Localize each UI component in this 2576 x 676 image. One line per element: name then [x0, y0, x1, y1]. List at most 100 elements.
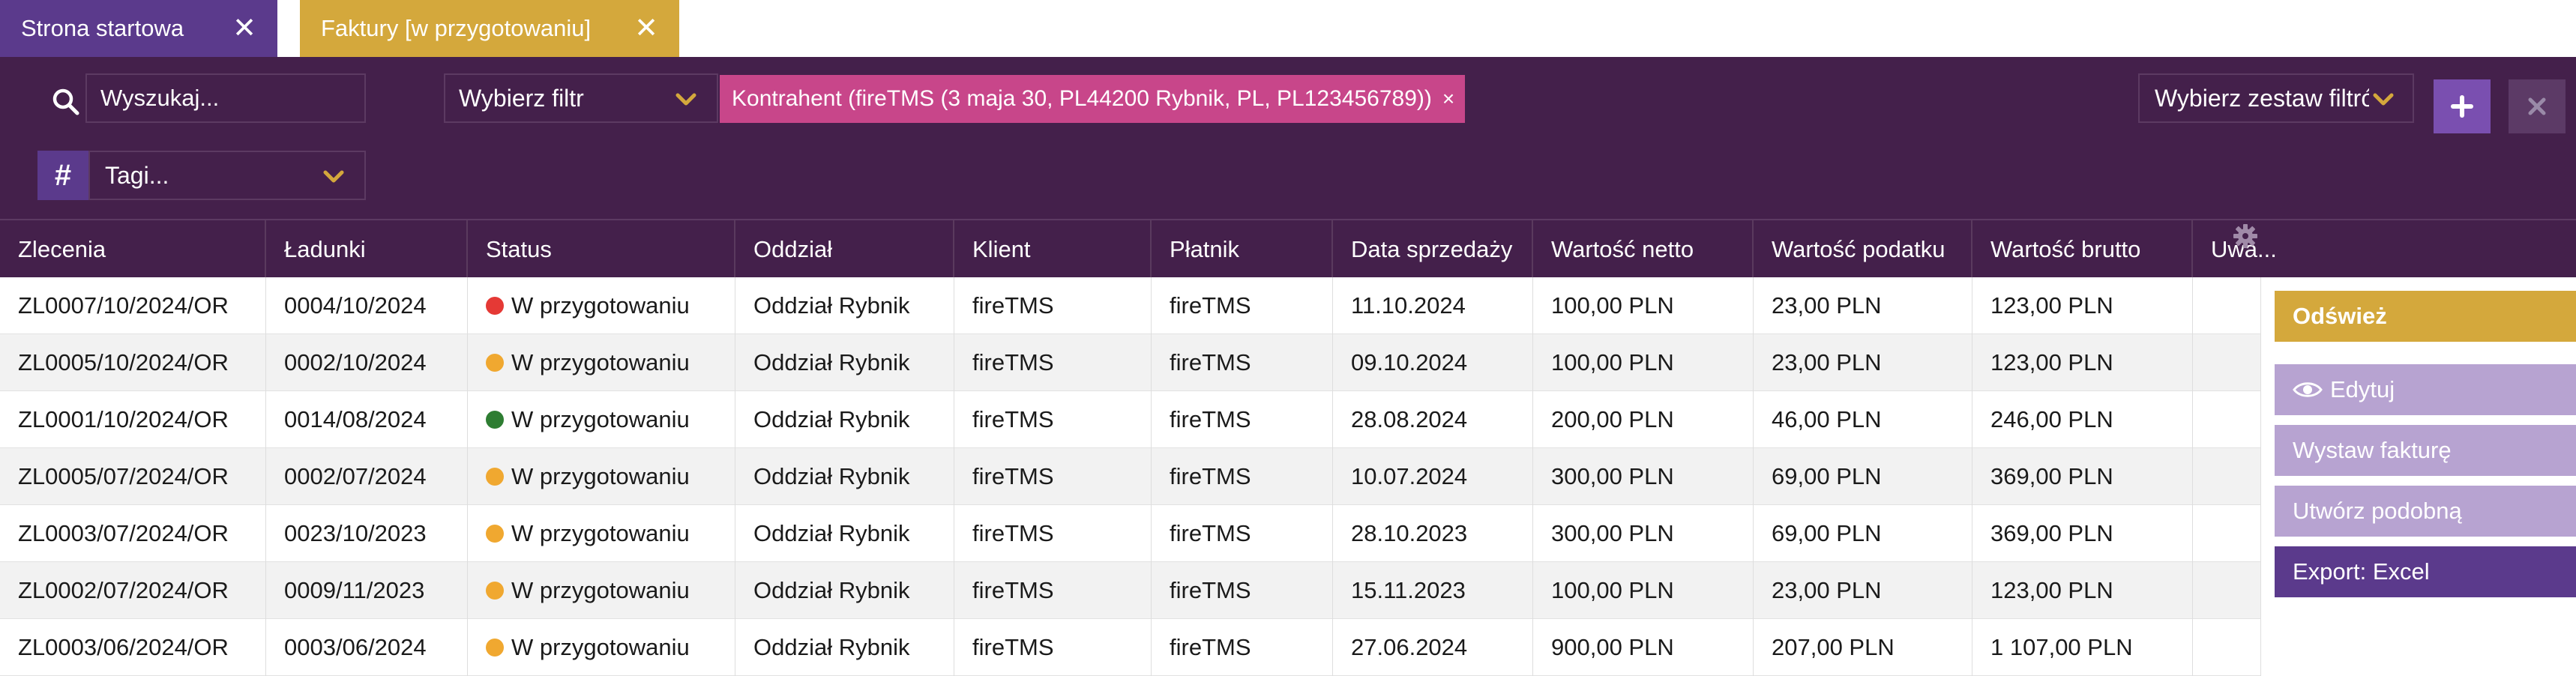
column-header[interactable]: Wartość podatku: [1754, 220, 1972, 279]
cell-oddzial: Oddział Rybnik: [735, 277, 954, 334]
status-dot-icon: [486, 354, 504, 372]
status-dot-icon: [486, 582, 504, 600]
status-label: W przygotowaniu: [511, 634, 690, 660]
column-header[interactable]: Wartość netto: [1533, 220, 1754, 279]
cell-oddzial: Oddział Rybnik: [735, 619, 954, 676]
status-dot-icon: [486, 525, 504, 543]
cell-uwagi: [2193, 277, 2261, 334]
cell-status: W przygotowaniu: [468, 277, 735, 334]
status-dot-icon: [486, 297, 504, 315]
cell-uwagi: [2193, 391, 2261, 448]
cell-wartosc-podatku: 46,00 PLN: [1754, 391, 1972, 448]
cell-zlecenia: ZL0001/10/2024/OR: [0, 391, 266, 448]
cell-oddzial: Oddział Rybnik: [735, 562, 954, 619]
tab-label: Faktury [w przygotowaniu]: [321, 15, 592, 41]
cell-oddzial: Oddział Rybnik: [735, 334, 954, 391]
status-label: W przygotowaniu: [511, 292, 690, 319]
table-header: Zlecenia Ładunki Status Oddział Klient P…: [0, 219, 2576, 279]
cell-data-sprzedazy: 28.08.2024: [1333, 391, 1533, 448]
add-filter-set-button[interactable]: [2434, 79, 2491, 133]
cell-wartosc-podatku: 69,00 PLN: [1754, 505, 1972, 562]
table-row[interactable]: ZL0003/07/2024/OR 0023/10/2023 W przygotow…: [0, 505, 2261, 562]
cell-uwagi: [2193, 619, 2261, 676]
active-filter-label: Kontrahent (fireTMS (3 maja 30, PL44200 …: [732, 86, 1432, 111]
actions-panel: Odśwież Edytuj Wystaw fakturę Utwórz pod…: [2261, 277, 2576, 676]
cell-wartosc-podatku: 23,00 PLN: [1754, 334, 1972, 391]
table-row[interactable]: ZL0002/07/2024/OR 0009/11/2023 W przygotow…: [0, 562, 2261, 619]
cell-data-sprzedazy: 11.10.2024: [1333, 277, 1533, 334]
hash-icon: #: [37, 151, 88, 200]
cell-platnik: fireTMS: [1152, 334, 1333, 391]
column-header[interactable]: Ładunki: [266, 220, 468, 279]
status-label: W przygotowaniu: [511, 463, 690, 489]
edit-button[interactable]: Edytuj: [2275, 364, 2576, 415]
cell-status: W przygotowaniu: [468, 391, 735, 448]
active-filter-chip[interactable]: Kontrahent (fireTMS (3 maja 30, PL44200 …: [720, 75, 1465, 123]
create-similar-button[interactable]: Utwórz podobną: [2275, 486, 2576, 537]
cell-platnik: fireTMS: [1152, 277, 1333, 334]
cell-wartosc-netto: 900,00 PLN: [1533, 619, 1754, 676]
status-label: W przygotowaniu: [511, 349, 690, 375]
cell-zlecenia: ZL0005/10/2024/OR: [0, 334, 266, 391]
cell-platnik: fireTMS: [1152, 391, 1333, 448]
cell-wartosc-brutto: 369,00 PLN: [1972, 448, 2193, 505]
status-dot-icon: [486, 468, 504, 486]
cell-ladunki: 0014/08/2024: [266, 391, 468, 448]
cell-zlecenia: ZL0003/07/2024/OR: [0, 505, 266, 562]
clear-filters-button[interactable]: [2509, 79, 2566, 133]
filter-set-select[interactable]: Wybierz zestaw filtrów: [2138, 73, 2414, 123]
cell-data-sprzedazy: 09.10.2024: [1333, 334, 1533, 391]
cell-ladunki: 0004/10/2024: [266, 277, 468, 334]
cell-platnik: fireTMS: [1152, 619, 1333, 676]
cell-wartosc-podatku: 207,00 PLN: [1754, 619, 1972, 676]
cell-wartosc-netto: 100,00 PLN: [1533, 277, 1754, 334]
cell-ladunki: 0023/10/2023: [266, 505, 468, 562]
cell-ladunki: 0002/07/2024: [266, 448, 468, 505]
cell-zlecenia: ZL0003/06/2024/OR: [0, 619, 266, 676]
export-excel-button[interactable]: Export: Excel: [2275, 546, 2576, 597]
cell-data-sprzedazy: 10.07.2024: [1333, 448, 1533, 505]
cell-wartosc-brutto: 123,00 PLN: [1972, 277, 2193, 334]
close-icon[interactable]: ✕: [634, 14, 658, 43]
cell-data-sprzedazy: 28.10.2023: [1333, 505, 1533, 562]
cell-platnik: fireTMS: [1152, 505, 1333, 562]
filter-select[interactable]: Wybierz filtr: [444, 73, 718, 123]
chevron-down-icon: [323, 170, 344, 183]
cell-ladunki: 0003/06/2024: [266, 619, 468, 676]
table-row[interactable]: ZL0005/07/2024/OR 0002/07/2024 W przygotow…: [0, 448, 2261, 505]
cell-uwagi: [2193, 448, 2261, 505]
gear-icon[interactable]: [2233, 223, 2258, 249]
cell-uwagi: [2193, 334, 2261, 391]
refresh-button[interactable]: Odśwież: [2275, 291, 2576, 342]
issue-invoice-button[interactable]: Wystaw fakturę: [2275, 425, 2576, 476]
tab-bar: Strona startowa ✕ Faktury [w przygotowan…: [0, 0, 2576, 57]
status-dot-icon: [486, 639, 504, 657]
table-row[interactable]: ZL0001/10/2024/OR 0014/08/2024 W przygotow…: [0, 391, 2261, 448]
tags-select[interactable]: Tagi...: [88, 151, 366, 200]
search-icon: [52, 88, 79, 115]
cell-status: W przygotowaniu: [468, 619, 735, 676]
column-header[interactable]: Oddział: [735, 220, 954, 279]
column-header[interactable]: Płatnik: [1152, 220, 1333, 279]
column-header[interactable]: Klient: [954, 220, 1152, 279]
column-header[interactable]: Wartość brutto: [1972, 220, 2193, 279]
filter-set-label: Wybierz zestaw filtrów: [2155, 84, 2369, 112]
cell-wartosc-netto: 300,00 PLN: [1533, 505, 1754, 562]
cell-wartosc-netto: 100,00 PLN: [1533, 562, 1754, 619]
remove-filter-icon[interactable]: ×: [1442, 87, 1454, 111]
cell-data-sprzedazy: 15.11.2023: [1333, 562, 1533, 619]
column-header[interactable]: Zlecenia: [0, 220, 266, 279]
status-label: W przygotowaniu: [511, 520, 690, 546]
tab-invoices[interactable]: Faktury [w przygotowaniu] ✕: [300, 0, 679, 57]
cell-klient: fireTMS: [954, 277, 1152, 334]
close-icon[interactable]: ✕: [232, 14, 256, 43]
table-row[interactable]: ZL0005/10/2024/OR 0002/10/2024 W przygotow…: [0, 334, 2261, 391]
tab-home[interactable]: Strona startowa ✕: [0, 0, 277, 57]
cell-wartosc-podatku: 23,00 PLN: [1754, 562, 1972, 619]
column-header[interactable]: Data sprzedaży: [1333, 220, 1533, 279]
column-header[interactable]: Status: [468, 220, 735, 279]
search-input[interactable]: [85, 73, 366, 123]
edit-button-label: Edytuj: [2330, 376, 2395, 402]
table-row[interactable]: ZL0003/06/2024/OR 0003/06/2024 W przygotow…: [0, 619, 2261, 676]
table-row[interactable]: ZL0007/10/2024/OR 0004/10/2024 W przygotow…: [0, 277, 2261, 334]
